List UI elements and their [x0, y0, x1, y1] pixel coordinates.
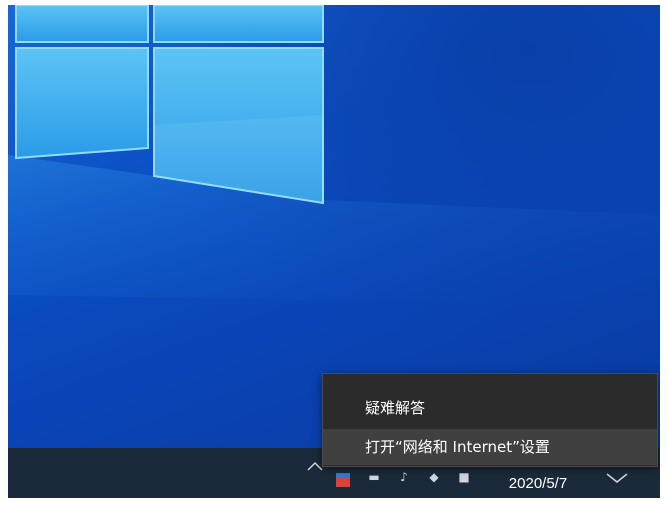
notification-center-icon[interactable]	[605, 472, 629, 486]
menu-item-troubleshoot[interactable]: 疑难解答	[323, 390, 657, 426]
clock-date[interactable]: 2020/5/7	[498, 474, 578, 494]
ime-icon[interactable]: ■	[456, 470, 472, 484]
network-icon[interactable]: ▬	[366, 470, 382, 484]
app-tray-icon[interactable]	[336, 473, 350, 487]
menu-item-open-network-settings[interactable]: 打开“网络和 Internet”设置	[323, 429, 657, 465]
desktop-screen: ▬ ♪ ◆ ■ 2020/5/7 疑难解答 打开“网络和 Internet”设置	[8, 5, 660, 498]
volume-icon[interactable]: ♪	[396, 470, 412, 484]
network-context-menu: 疑难解答 打开“网络和 Internet”设置	[322, 373, 658, 467]
wifi-icon[interactable]: ◆	[426, 470, 442, 484]
